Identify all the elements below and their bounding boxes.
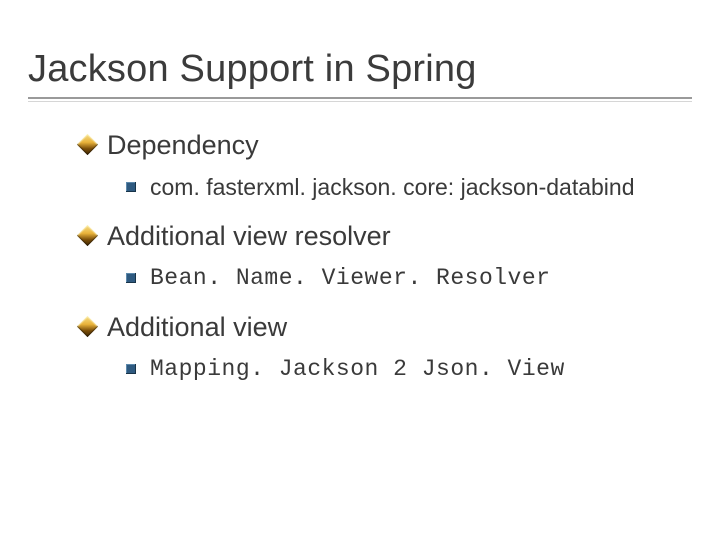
square-icon	[126, 273, 136, 283]
section-item: com. fasterxml. jackson. core: jackson-d…	[150, 173, 634, 202]
section-heading: Dependency	[107, 129, 259, 163]
bullet-level1: Additional view	[80, 311, 650, 345]
title-underline	[28, 97, 692, 99]
title-area: Jackson Support in Spring	[0, 0, 720, 103]
slide-body: Dependency com. fasterxml. jackson. core…	[0, 103, 720, 385]
bullet-level2: Bean. Name. Viewer. Resolver	[126, 264, 650, 293]
section-item: Bean. Name. Viewer. Resolver	[150, 264, 550, 293]
bullet-level1: Dependency	[80, 129, 650, 163]
section-heading: Additional view resolver	[107, 220, 391, 254]
bullet-level2: Mapping. Jackson 2 Json. View	[126, 355, 650, 384]
bullet-level1: Additional view resolver	[80, 220, 650, 254]
diamond-icon	[77, 134, 98, 155]
bullet-level2: com. fasterxml. jackson. core: jackson-d…	[126, 173, 650, 202]
square-icon	[126, 182, 136, 192]
diamond-icon	[77, 316, 98, 337]
slide: Jackson Support in Spring Dependency com…	[0, 0, 720, 540]
section-item: Mapping. Jackson 2 Json. View	[150, 355, 565, 384]
diamond-icon	[77, 225, 98, 246]
slide-title: Jackson Support in Spring	[28, 48, 692, 91]
square-icon	[126, 364, 136, 374]
section-heading: Additional view	[107, 311, 287, 345]
